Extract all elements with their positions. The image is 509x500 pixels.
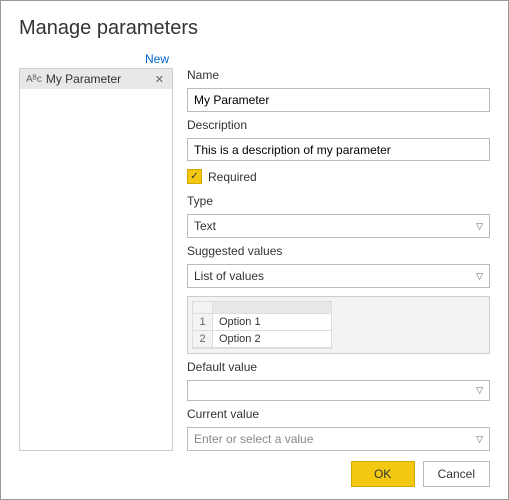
values-table-header [193,302,331,314]
value-cell[interactable]: Option 2 [213,331,331,348]
sidebar: New Aᴮc My Parameter ✕ [19,50,173,451]
cancel-button[interactable]: Cancel [423,461,490,487]
current-value-select[interactable]: Enter or select a value ▽ [187,427,490,451]
chevron-down-icon: ▽ [476,271,483,282]
suggested-values-label: Suggested values [187,244,490,258]
parameter-item-label: My Parameter [46,72,149,86]
dialog-title: Manage parameters [19,17,490,40]
parameter-form: Name Description ✓ Required Type Text ▽ … [187,50,490,451]
manage-parameters-dialog: Manage parameters New Aᴮc My Parameter ✕… [0,0,509,500]
dialog-body: New Aᴮc My Parameter ✕ Name Description … [19,50,490,451]
current-value-placeholder: Enter or select a value [194,432,313,446]
name-input[interactable] [187,88,490,112]
values-table: 1 Option 1 2 Option 2 [192,301,332,349]
default-value-label: Default value [187,360,490,374]
chevron-down-icon: ▽ [476,221,483,232]
type-value: Text [194,219,216,233]
chevron-down-icon: ▽ [476,434,483,445]
chevron-down-icon: ▽ [476,385,483,396]
text-type-icon: Aᴮc [26,74,42,85]
description-label: Description [187,118,490,132]
row-number: 2 [193,331,213,348]
parameter-list-item[interactable]: Aᴮc My Parameter ✕ [20,69,172,89]
list-of-values-grid[interactable]: 1 Option 1 2 Option 2 [187,296,490,354]
value-cell[interactable]: Option 1 [213,314,331,331]
new-parameter-link[interactable]: New [19,50,173,68]
row-header-corner [193,302,213,314]
description-input[interactable] [187,138,490,161]
dialog-footer: OK Cancel [19,451,490,487]
parameter-list: Aᴮc My Parameter ✕ [19,68,173,451]
current-value-label: Current value [187,407,490,421]
name-label: Name [187,68,490,82]
suggested-values-value: List of values [194,269,264,283]
type-select[interactable]: Text ▽ [187,214,490,238]
delete-parameter-icon[interactable]: ✕ [153,73,166,86]
type-label: Type [187,194,490,208]
required-row: ✓ Required [187,169,490,184]
suggested-values-select[interactable]: List of values ▽ [187,264,490,288]
table-row[interactable]: 2 Option 2 [193,331,331,348]
row-number: 1 [193,314,213,331]
ok-button[interactable]: OK [351,461,415,487]
table-row[interactable]: 1 Option 1 [193,314,331,331]
required-label: Required [208,170,257,184]
required-checkbox[interactable]: ✓ [187,169,202,184]
default-value-select[interactable]: ▽ [187,380,490,401]
